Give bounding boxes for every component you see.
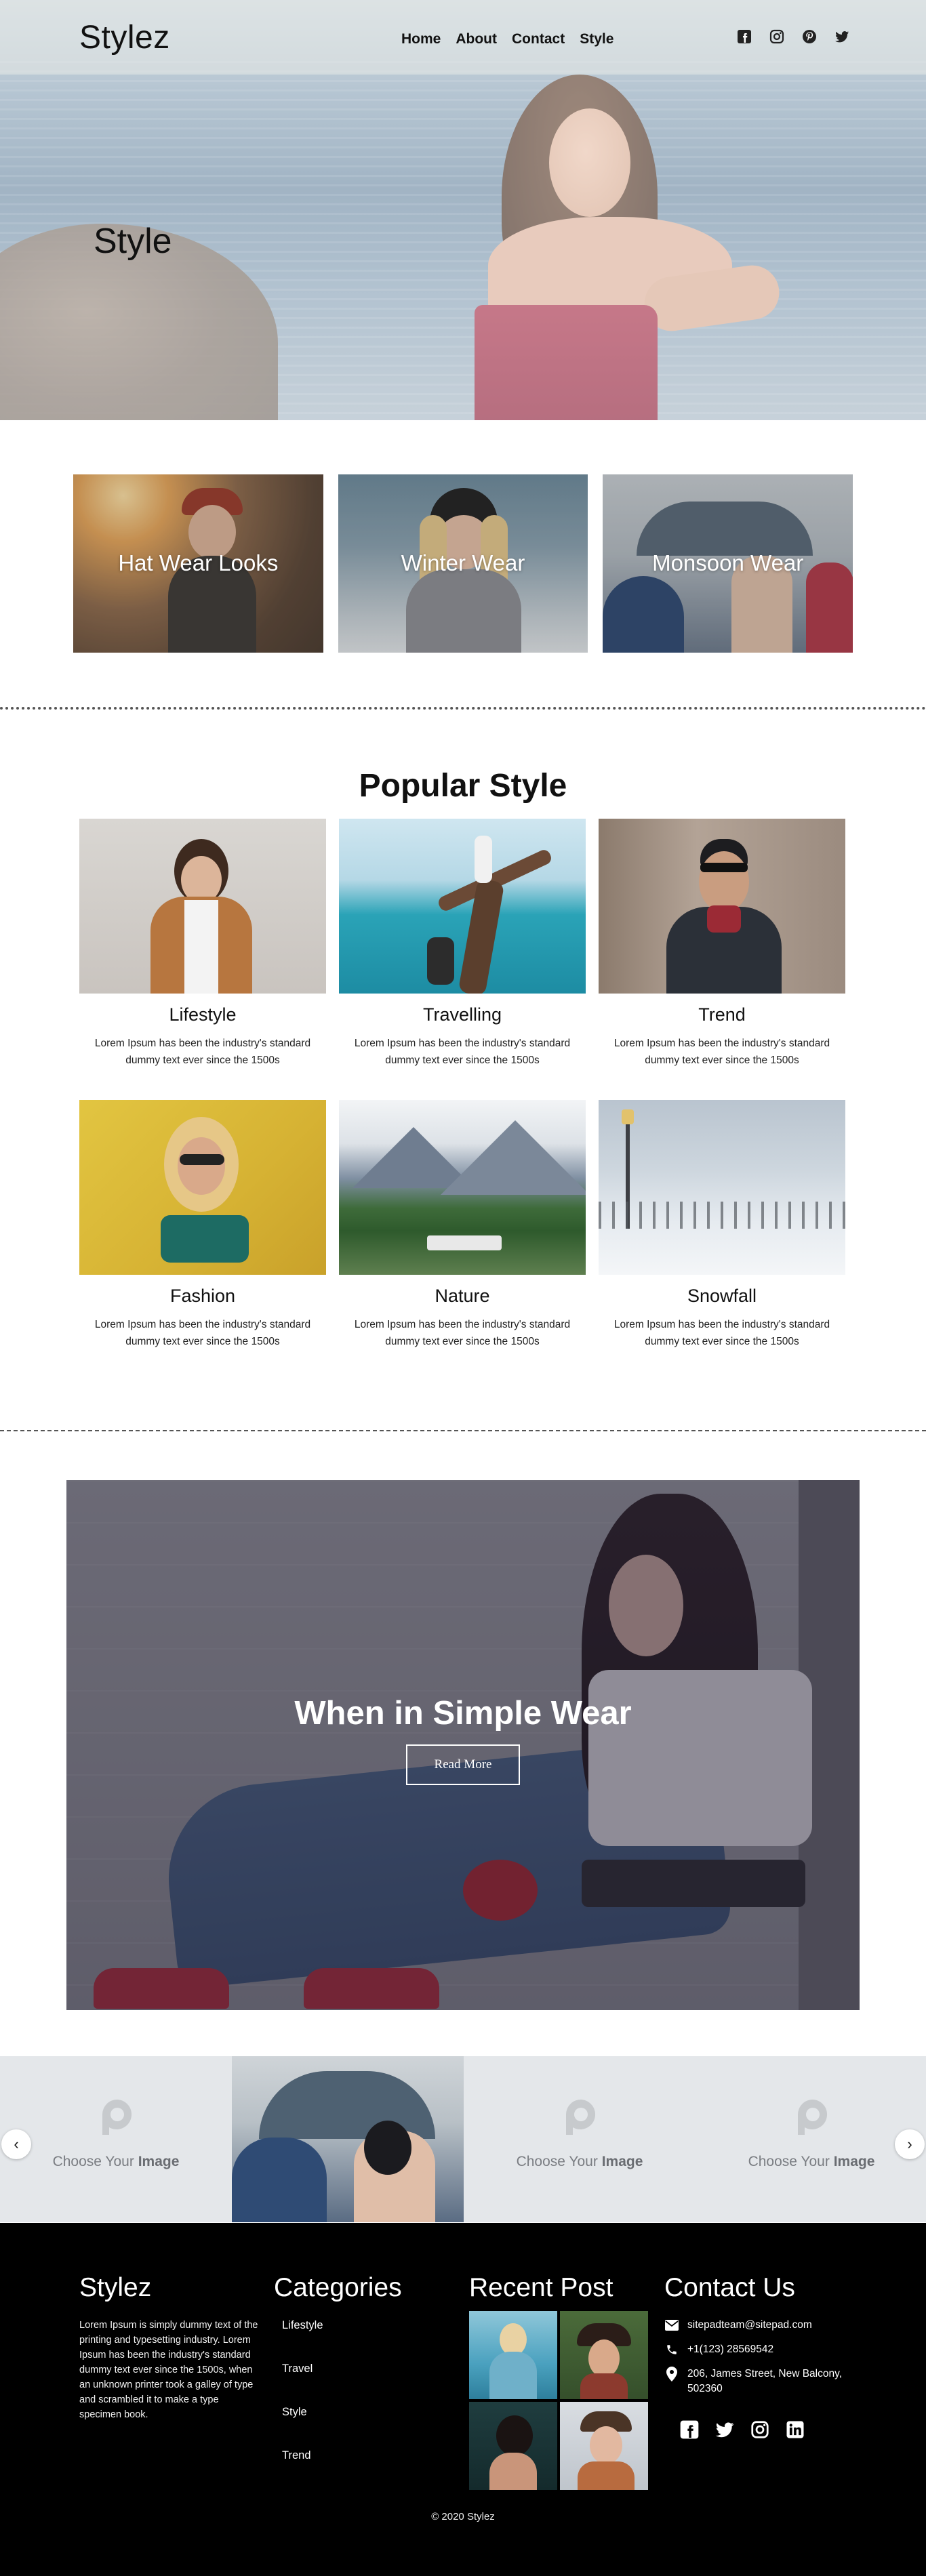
footer-categories-title: Categories [274, 2273, 402, 2302]
section-divider-dotted [0, 707, 926, 710]
category-card-monsoon-wear[interactable]: Monsoon Wear [603, 474, 853, 653]
hero-title: Style [94, 222, 172, 261]
style-name: Trend [698, 1004, 746, 1025]
map-marker-icon [664, 2367, 679, 2381]
recent-post-thumbnail[interactable] [469, 2311, 557, 2399]
footer-category-link[interactable]: Travel [282, 2363, 313, 2375]
style-description: Lorem Ipsum has been the industry's stan… [613, 1319, 830, 1347]
recent-post-thumbnail[interactable] [560, 2402, 648, 2490]
style-name: Lifestyle [169, 1004, 237, 1025]
nav-item-style[interactable]: Style [580, 31, 613, 47]
hero-section: Stylez Home About Contact Style Style [0, 0, 926, 420]
style-description: Lorem Ipsum has been the industry's stan… [613, 1038, 830, 1066]
style-tile-fashion[interactable]: Fashion Lorem Ipsum has been the industr… [79, 1100, 326, 1381]
category-label: Winter Wear [401, 550, 525, 575]
footer-about-title: Stylez [79, 2273, 152, 2302]
recent-post-thumbnail[interactable] [560, 2311, 648, 2399]
site-footer: Stylez Lorem Ipsum is simply dummy text … [0, 2223, 926, 2576]
phone-icon [664, 2342, 679, 2357]
footer-contact: Contact Us sitepadteam@sitepad.com +1(12… [664, 2273, 850, 2441]
footer-category-link[interactable]: Trend [282, 2449, 311, 2461]
footer-category-link[interactable]: Lifestyle [282, 2319, 323, 2331]
sitepad-placeholder-icon [102, 2100, 132, 2135]
nav-item-about[interactable]: About [456, 31, 497, 47]
read-more-button[interactable]: Read More [406, 1744, 520, 1785]
carousel-slide-placeholder[interactable]: Choose Your Image [464, 2056, 696, 2222]
site-header: Stylez Home About Contact Style [0, 0, 926, 75]
snowfall-image [599, 1100, 845, 1275]
fashion-image [79, 1100, 326, 1275]
carousel-slide-placeholder[interactable]: Choose Your Image [0, 2056, 232, 2222]
instagram-icon[interactable] [767, 27, 786, 46]
placeholder-text: Choose Your Image [516, 2154, 643, 2169]
footer-contact-title: Contact Us [664, 2273, 795, 2302]
footer-recent-posts: Recent Post [469, 2273, 648, 2490]
instagram-icon[interactable] [748, 2418, 771, 2441]
category-cards: Hat Wear Looks Winter Wear Monsoon Wear [73, 474, 853, 653]
main-nav: Home About Contact Style [401, 31, 613, 47]
style-tile-travelling[interactable]: Travelling Lorem Ipsum has been the indu… [339, 819, 586, 1100]
category-card-hat-wear[interactable]: Hat Wear Looks [73, 474, 323, 653]
travelling-image [339, 819, 586, 994]
footer-categories: Categories Lifestyle Travel Style Trend [274, 2273, 402, 2493]
carousel-prev-button[interactable]: ‹ [1, 2129, 31, 2159]
banner-title: When in Simple Wear [294, 1695, 632, 1732]
carousel-slide-placeholder[interactable]: Choose Your Image [696, 2056, 926, 2222]
linkedin-icon[interactable] [784, 2418, 807, 2441]
style-name: Fashion [169, 1286, 236, 1306]
contact-email-link[interactable]: sitepadteam@sitepad.com [687, 2318, 812, 2333]
style-tile-lifestyle[interactable]: Lifestyle Lorem Ipsum has been the indus… [79, 819, 326, 1100]
footer-category-link[interactable]: Style [282, 2406, 307, 2418]
style-name: Nature [435, 1286, 490, 1306]
contact-phone-link[interactable]: +1(123) 28569542 [687, 2342, 773, 2357]
nav-item-home[interactable]: Home [401, 31, 441, 47]
style-tile-snowfall[interactable]: Snowfall Lorem Ipsum has been the indust… [599, 1100, 845, 1381]
lifestyle-image [79, 819, 326, 994]
placeholder-text: Choose Your Image [52, 2154, 180, 2169]
twitter-icon[interactable] [832, 27, 851, 46]
simple-wear-banner: When in Simple Wear Read More [66, 1480, 860, 2010]
placeholder-text: Choose Your Image [748, 2154, 875, 2169]
style-description: Lorem Ipsum has been the industry's stan… [354, 1319, 571, 1347]
style-description: Lorem Ipsum has been the industry's stan… [354, 1038, 571, 1066]
twitter-icon[interactable] [713, 2418, 736, 2441]
style-description: Lorem Ipsum has been the industry's stan… [94, 1038, 311, 1066]
contact-address: 206, James Street, New Balcony, 502360 [687, 2368, 843, 2394]
style-name: Travelling [422, 1004, 502, 1025]
pinterest-icon[interactable] [800, 27, 819, 46]
sitepad-placeholder-icon [798, 2100, 828, 2135]
carousel-slide-photo[interactable] [232, 2056, 464, 2222]
category-label: Monsoon Wear [652, 550, 804, 575]
footer-about: Stylez Lorem Ipsum is simply dummy text … [79, 2273, 262, 2422]
site-logo[interactable]: Stylez [79, 19, 170, 56]
carousel-next-button[interactable]: › [895, 2129, 925, 2159]
category-label: Hat Wear Looks [118, 550, 279, 575]
style-description: Lorem Ipsum has been the industry's stan… [94, 1319, 311, 1347]
footer-social-links [664, 2418, 850, 2441]
popular-style-title: Popular Style [359, 768, 567, 804]
footer-about-text: Lorem Ipsum is simply dummy text of the … [79, 2320, 258, 2420]
category-card-winter-wear[interactable]: Winter Wear [338, 474, 588, 653]
popular-style-grid: Lifestyle Lorem Ipsum has been the indus… [79, 819, 846, 1381]
footer-recent-title: Recent Post [469, 2273, 613, 2302]
nature-image [339, 1100, 586, 1275]
sitepad-placeholder-icon [566, 2100, 596, 2135]
section-divider-dashed [0, 1430, 926, 1431]
copyright-text: © 2020 Stylez [431, 2511, 495, 2522]
recent-post-thumbnail[interactable] [469, 2402, 557, 2490]
image-carousel: Choose Your Image Choose Your Image Choo… [0, 2056, 926, 2222]
facebook-square-icon[interactable] [735, 27, 754, 46]
trend-image [599, 819, 845, 994]
style-name: Snowfall [687, 1286, 757, 1306]
envelope-icon [664, 2318, 679, 2333]
style-tile-nature[interactable]: Nature Lorem Ipsum has been the industry… [339, 1100, 586, 1381]
nav-item-contact[interactable]: Contact [512, 31, 565, 47]
facebook-square-icon[interactable] [678, 2418, 701, 2441]
style-tile-trend[interactable]: Trend Lorem Ipsum has been the industry'… [599, 819, 845, 1100]
header-social-links [735, 27, 851, 46]
